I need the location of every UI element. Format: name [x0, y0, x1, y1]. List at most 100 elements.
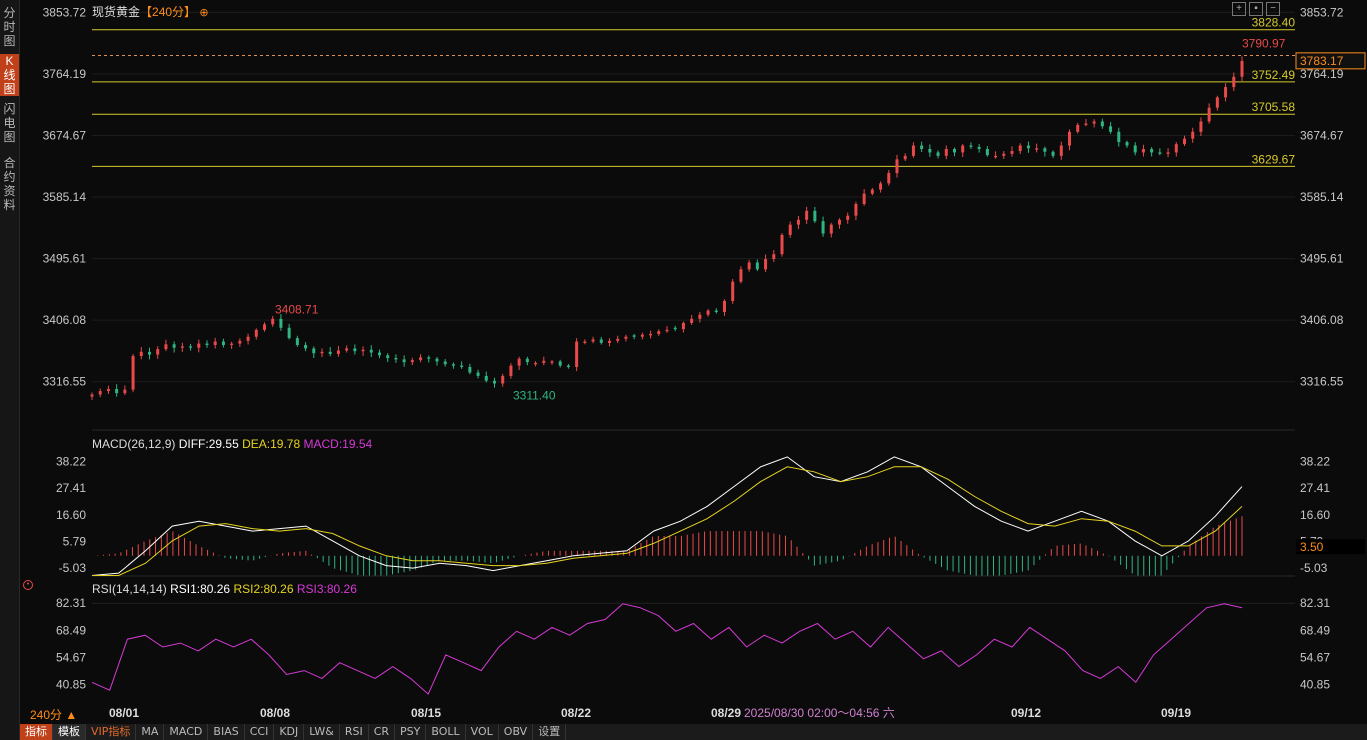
- price-level-label: 3629.67: [1252, 152, 1296, 166]
- candle-body: [304, 344, 308, 349]
- candle-body: [961, 145, 965, 153]
- candle-body: [509, 365, 513, 376]
- candle-body: [1076, 124, 1080, 132]
- rsi1-label: RSI1:80.26: [170, 582, 231, 596]
- candle-body: [731, 281, 735, 301]
- candle-body: [295, 338, 299, 345]
- candle-body: [936, 152, 940, 156]
- candle-body: [657, 331, 661, 334]
- period-button[interactable]: 240分 ▲: [30, 708, 77, 722]
- indicator-tab-9[interactable]: RSI: [340, 724, 369, 740]
- candle-body: [928, 148, 932, 153]
- indicator-tab-5[interactable]: BIAS: [208, 724, 245, 740]
- chart-area[interactable]: 3828.40 3752.49 3705.58 3629.67 3790.97 3408…: [20, 0, 1367, 722]
- indicator-tab-4[interactable]: MACD: [164, 724, 209, 740]
- candle-body: [1224, 87, 1228, 98]
- macd-value-label: MACD:19.54: [303, 437, 373, 451]
- candle-body: [673, 327, 677, 330]
- candle-body: [189, 346, 193, 348]
- candle-body: [755, 262, 759, 270]
- shrink-icon[interactable]: −: [1266, 2, 1280, 16]
- candle-body: [156, 349, 160, 355]
- candle-body: [369, 349, 373, 353]
- candle-body: [287, 327, 291, 339]
- panel-close-icon[interactable]: •: [23, 580, 33, 590]
- candle-body: [764, 259, 768, 270]
- candle-body: [1215, 97, 1219, 108]
- indicator-tab-10[interactable]: CR: [369, 724, 396, 740]
- indicator-tab-3[interactable]: MA: [136, 724, 165, 740]
- candle-body: [698, 314, 702, 319]
- macd-tick-left: 38.22: [56, 454, 86, 468]
- sidebar-tab-1[interactable]: K 线 图: [0, 54, 19, 96]
- chart-background: [20, 0, 1367, 722]
- plus-circle-icon[interactable]: ⊕: [199, 7, 208, 19]
- candle-body: [624, 336, 628, 339]
- candle-body: [386, 355, 390, 359]
- settings-icon[interactable]: ▪: [1249, 2, 1263, 16]
- indicator-tab-14[interactable]: OBV: [499, 724, 534, 740]
- symbol-name: 现货黄金: [92, 5, 141, 19]
- sidebar-tab-0[interactable]: 分 时 图: [0, 6, 19, 48]
- indicator-tab-2[interactable]: VIP指标: [86, 724, 137, 740]
- price-tick-right: 3853.72: [1300, 5, 1344, 19]
- sidebar-tab-3[interactable]: 合 约 资 料: [0, 156, 19, 212]
- price-tick-left: 3406.08: [43, 313, 87, 327]
- candle-body: [517, 358, 521, 366]
- time-tick: 08/29: [711, 706, 741, 720]
- candle-body: [583, 341, 587, 343]
- toolbar: + ▪ −: [1232, 2, 1280, 16]
- indicator-tab-8[interactable]: LW&: [304, 724, 340, 740]
- price-tick-left: 3764.19: [43, 67, 87, 81]
- candle-body: [279, 318, 283, 328]
- indicator-tab-15[interactable]: 设置: [533, 724, 567, 740]
- rsi-tick-right: 40.85: [1300, 678, 1330, 692]
- candle-body: [271, 318, 275, 325]
- high-price-label: 3790.97: [1242, 36, 1286, 50]
- candle-body: [164, 344, 168, 350]
- candle-body: [1166, 152, 1170, 154]
- indicator-tab-6[interactable]: CCI: [245, 724, 275, 740]
- period-label[interactable]: 【240分】: [140, 5, 196, 19]
- candle-body: [953, 148, 956, 153]
- macd-legend: MACD(26,12,9) DIFF:29.55 DEA:19.78 MACD:…: [92, 437, 372, 451]
- candle-body: [1059, 145, 1063, 156]
- time-tick: 09/12: [1011, 706, 1041, 720]
- price-level-label: 3828.40: [1252, 16, 1296, 30]
- indicator-tab-13[interactable]: VOL: [466, 724, 499, 740]
- rsi3-label: RSI3:80.26: [296, 582, 357, 596]
- candle-body: [854, 204, 858, 216]
- candle-body: [1183, 138, 1186, 145]
- indicator-tab-7[interactable]: KDJ: [274, 724, 305, 740]
- candle-body: [312, 348, 316, 354]
- candle-body: [1125, 142, 1129, 146]
- candle-body: [1174, 144, 1178, 153]
- price-tick-left: 3853.72: [43, 5, 87, 19]
- candle-body: [501, 375, 505, 384]
- candle-body: [821, 221, 825, 234]
- candle-body: [739, 269, 743, 282]
- expand-icon[interactable]: +: [1232, 2, 1246, 16]
- candle-body: [1109, 126, 1113, 132]
- candle-body: [213, 341, 217, 345]
- candle-body: [788, 224, 792, 235]
- indicator-tab-1[interactable]: 模板: [53, 724, 86, 740]
- candle-body: [230, 343, 234, 345]
- candle-body: [690, 318, 694, 323]
- rsi-title: RSI(14,14,14): [92, 582, 167, 596]
- candle-body: [427, 357, 431, 359]
- indicator-tab-0[interactable]: 指标: [20, 724, 53, 740]
- candle-body: [221, 341, 225, 345]
- candle-body: [98, 391, 102, 395]
- macd-tick-right: -5.03: [1300, 561, 1328, 575]
- price-tick-right: 3585.14: [1300, 190, 1344, 204]
- sidebar-tab-2[interactable]: 闪 电 图: [0, 102, 19, 144]
- candle-body: [969, 145, 973, 147]
- candle-body: [895, 159, 899, 174]
- indicator-tab-11[interactable]: PSY: [395, 724, 427, 740]
- macd-title: MACD(26,12,9): [92, 437, 176, 451]
- indicator-tab-12[interactable]: BOLL: [426, 724, 466, 740]
- candle-body: [106, 388, 110, 392]
- candle-body: [476, 372, 480, 376]
- rsi-tick-left: 40.85: [56, 678, 86, 692]
